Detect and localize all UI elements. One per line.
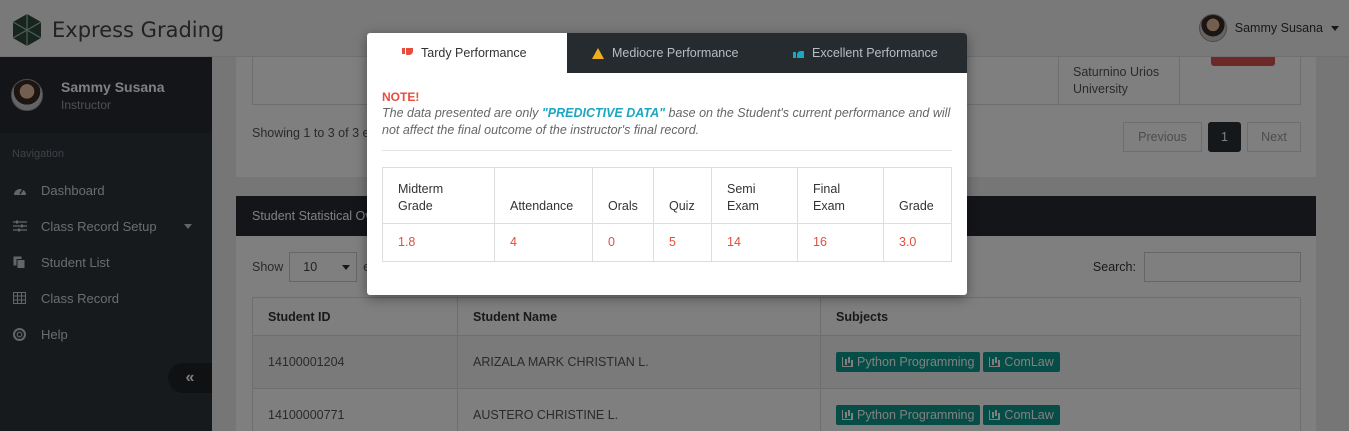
- performance-modal: Tardy Performance Mediocre Performance E…: [367, 33, 967, 295]
- tab-excellent-performance[interactable]: Excellent Performance: [767, 33, 967, 73]
- predictive-data-highlight: "PREDICTIVE DATA": [541, 106, 666, 120]
- header-line: Exam: [727, 198, 759, 213]
- header-line: Grade: [398, 198, 433, 213]
- warning-icon: [592, 47, 604, 59]
- performance-tabs: Tardy Performance Mediocre Performance E…: [367, 33, 967, 73]
- header-line: Semi: [727, 181, 756, 196]
- tab-label: Mediocre Performance: [612, 46, 739, 60]
- tab-label: Tardy Performance: [421, 46, 527, 60]
- column-header-semi-exam: Semi Exam: [711, 166, 798, 224]
- header-line: Grade: [899, 198, 934, 213]
- grade-value: 3.0: [883, 222, 952, 262]
- header-line: Attendance: [510, 198, 574, 213]
- predicted-grades-table: Midterm Grade Attendance Orals Quiz Semi E…: [382, 166, 952, 262]
- header-line: Orals: [608, 198, 638, 213]
- column-header-final-exam: Final Exam: [797, 166, 884, 224]
- note-text-part: The data presented are only: [382, 106, 542, 120]
- header-line: Quiz: [669, 198, 695, 213]
- midterm-grade-value: 1.8: [382, 222, 495, 262]
- tab-label: Excellent Performance: [812, 46, 938, 60]
- modal-body: NOTE! The data presented are only "PREDI…: [367, 73, 967, 262]
- note-title: NOTE!: [382, 90, 420, 104]
- header-line: Final: [813, 181, 841, 196]
- table-row: 1.8 4 0 5 14 16 3.0: [382, 222, 952, 262]
- column-header-attendance: Attendance: [494, 166, 593, 224]
- divider: [382, 149, 952, 151]
- table-header-row: Midterm Grade Attendance Orals Quiz Semi E…: [382, 166, 952, 224]
- note-text: The data presented are only "PREDICTIVE …: [382, 105, 952, 140]
- tab-mediocre-performance[interactable]: Mediocre Performance: [567, 33, 767, 73]
- tab-tardy-performance[interactable]: Tardy Performance: [367, 33, 567, 73]
- column-header-quiz: Quiz: [653, 166, 712, 224]
- final-exam-value: 16: [797, 222, 884, 262]
- column-header-grade: Grade: [883, 166, 952, 224]
- quiz-value: 5: [653, 222, 712, 262]
- column-header-orals: Orals: [592, 166, 654, 224]
- orals-value: 0: [592, 222, 654, 262]
- header-line: Midterm: [398, 181, 444, 196]
- thumbs-up-icon: [793, 48, 804, 58]
- attendance-value: 4: [494, 222, 593, 262]
- semi-exam-value: 14: [711, 222, 798, 262]
- thumbs-down-icon: [402, 48, 413, 58]
- header-line: Exam: [813, 198, 845, 213]
- column-header-midterm-grade: Midterm Grade: [382, 166, 495, 224]
